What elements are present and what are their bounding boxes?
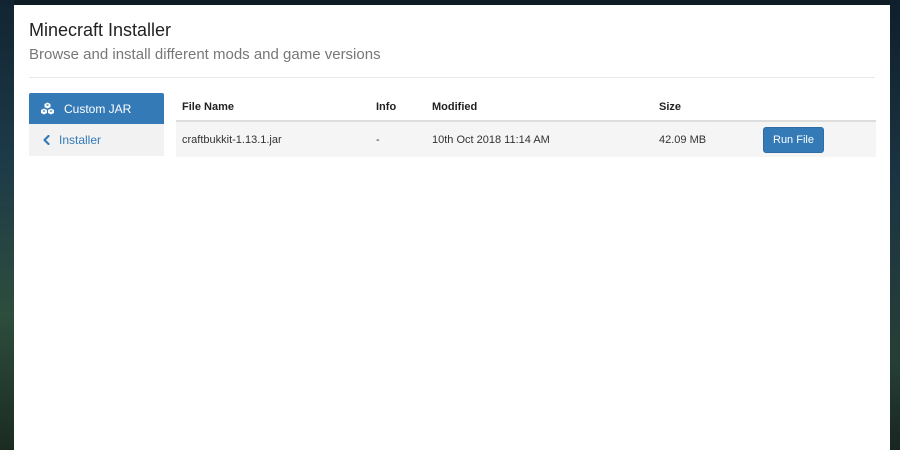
sidebar-item-label: Installer xyxy=(59,133,102,147)
table-header-row: File Name Info Modified Size xyxy=(176,93,876,122)
file-name-cell: craftbukkit-1.13.1.jar xyxy=(176,121,370,157)
files-table: File Name Info Modified Size craftbukkit… xyxy=(176,93,876,157)
column-header-info: Info xyxy=(370,93,426,122)
cubes-icon xyxy=(39,101,55,117)
modified-cell: 10th Oct 2018 11:14 AM xyxy=(426,121,653,157)
action-cell: Run File xyxy=(757,121,876,157)
column-header-file-name: File Name xyxy=(176,93,370,122)
column-header-action xyxy=(757,93,876,122)
info-cell: - xyxy=(370,121,426,157)
desktop-background-right xyxy=(890,0,900,450)
main-content: Custom JAR Installer File Name Info Modi… xyxy=(29,93,876,157)
column-header-modified: Modified xyxy=(426,93,653,122)
column-header-size: Size xyxy=(653,93,757,122)
run-file-button[interactable]: Run File xyxy=(763,126,824,153)
header-divider xyxy=(29,77,875,78)
size-cell: 42.09 MB xyxy=(653,121,757,157)
table-row: craftbukkit-1.13.1.jar - 10th Oct 2018 1… xyxy=(176,121,876,157)
files-table-container: File Name Info Modified Size craftbukkit… xyxy=(176,93,876,157)
sidebar-item-installer[interactable]: Installer xyxy=(29,124,164,156)
installer-panel: Minecraft Installer Browse and install d… xyxy=(14,5,890,450)
page-subtitle: Browse and install different mods and ga… xyxy=(29,46,381,63)
sidebar-item-custom-jar[interactable]: Custom JAR xyxy=(29,93,164,124)
chevron-left-icon xyxy=(40,132,52,148)
desktop-background-left xyxy=(0,0,14,450)
sidebar-item-label: Custom JAR xyxy=(64,101,132,116)
page-title: Minecraft Installer xyxy=(29,20,172,40)
sidebar: Custom JAR Installer xyxy=(29,93,164,157)
